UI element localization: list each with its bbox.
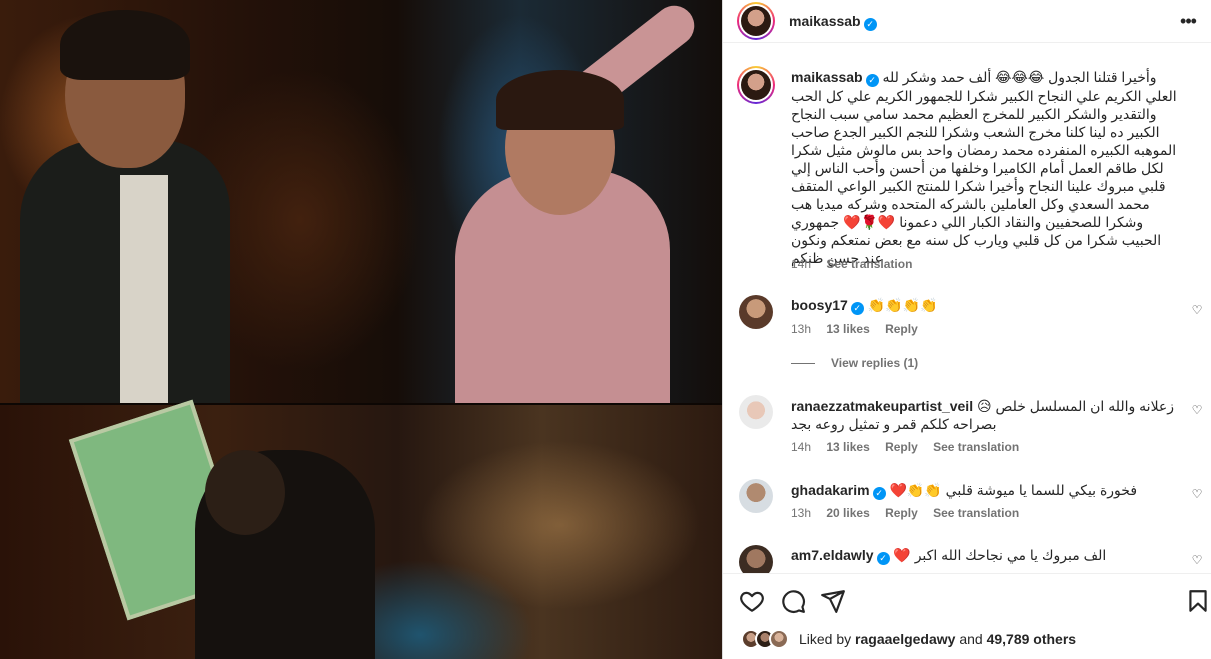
figure-man-shirt — [120, 175, 168, 405]
comment-username[interactable]: ghadakarim — [791, 482, 870, 498]
replies-line — [791, 363, 815, 365]
post-details-panel: maikassab ✓ ••• maikassab ✓ وأخيرا قتلنا ا… — [722, 0, 1211, 659]
comment-see-translation[interactable]: See translation — [933, 440, 1019, 454]
figure-woman-hair — [496, 70, 624, 130]
post-actions-bar: Liked by ragaaelgedawy and 49,789 others — [723, 573, 1211, 659]
comment-reply-button[interactable]: Reply — [885, 322, 918, 336]
verified-badge-icon: ✓ — [872, 487, 886, 500]
comment-text-block: boosy17 ✓ 👏👏👏👏 — [791, 296, 1181, 315]
heart-icon[interactable]: ♡ — [1190, 403, 1204, 417]
commenter-avatar[interactable] — [739, 295, 773, 329]
view-replies-button[interactable]: View replies (1) — [791, 356, 918, 370]
comment-body: فخورة بيكي للسما يا ميوشة قلبي 👏👏❤️ — [889, 482, 1138, 498]
comment-meta: 13h 13 likes Reply — [791, 322, 930, 336]
caption-see-translation[interactable]: See translation — [826, 257, 912, 271]
caption-username[interactable]: maikassab — [791, 69, 863, 85]
post-header: maikassab ✓ ••• — [723, 0, 1211, 43]
comment-body: الف مبروك يا مي نجاحك الله اكبر ❤️ — [893, 547, 1107, 563]
more-options-icon[interactable]: ••• — [1176, 9, 1200, 33]
comment-text-block: am7.eldawly ✓ الف مبروك يا مي نجاحك الله … — [791, 546, 1181, 565]
verified-badge-icon: ✓ — [865, 74, 879, 87]
comment-likes[interactable]: 13 likes — [826, 440, 869, 454]
author-username[interactable]: maikassab — [789, 13, 861, 29]
comment-meta: 13h 20 likes Reply See translation — [791, 506, 1031, 520]
comment-text-block: ghadakarim ✓ فخورة بيكي للسما يا ميوشة قل… — [791, 481, 1181, 500]
heart-icon[interactable]: ♡ — [1190, 553, 1204, 567]
liked-by-user[interactable]: ragaaelgedawy — [855, 631, 955, 647]
liked-by-text: Liked by ragaaelgedawy and 49,789 others — [799, 631, 1076, 647]
commenter-avatar[interactable] — [739, 545, 773, 573]
liked-by-prefix: Liked by — [799, 631, 852, 647]
figure-boy-head — [205, 450, 285, 535]
caption-time[interactable]: 14h — [791, 257, 811, 271]
caption-body: وأخيرا قتلنا الجدول 😂😂😂 ألف حمد وشكر لله… — [791, 69, 1177, 266]
comment-time[interactable]: 13h — [791, 506, 811, 520]
liker-avatar[interactable] — [769, 629, 789, 649]
comment-likes[interactable]: 20 likes — [826, 506, 869, 520]
comment-text-block: ranaezzatmakeupartist_veil زعلانه والله … — [791, 397, 1181, 433]
comment-likes[interactable]: 13 likes — [826, 322, 869, 336]
verified-badge-icon: ✓ — [863, 18, 877, 31]
comment-time[interactable]: 13h — [791, 322, 811, 336]
comments-list[interactable]: maikassab ✓ وأخيرا قتلنا الجدول 😂😂😂 ألف ح… — [723, 43, 1211, 573]
comment-username[interactable]: ranaezzatmakeupartist_veil — [791, 398, 973, 414]
caption-text-block: maikassab ✓ وأخيرا قتلنا الجدول 😂😂😂 ألف ح… — [791, 68, 1181, 267]
comment-see-translation[interactable]: See translation — [933, 506, 1019, 520]
comment-body: 👏👏👏👏 — [867, 297, 938, 313]
share-icon[interactable] — [820, 588, 846, 614]
comment-username[interactable]: am7.eldawly — [791, 547, 874, 563]
verified-badge-icon: ✓ — [876, 552, 890, 565]
post-media[interactable] — [0, 0, 722, 659]
comment-reply-button[interactable]: Reply — [885, 440, 918, 454]
caption-meta: 14h See translation — [791, 257, 924, 271]
author-username-link[interactable]: maikassab ✓ — [789, 13, 877, 31]
comment-reply-button[interactable]: Reply — [885, 506, 918, 520]
author-avatar[interactable] — [737, 2, 775, 40]
view-replies-label: View replies (1) — [831, 356, 919, 370]
liked-by-and: and — [959, 631, 983, 647]
heart-icon[interactable]: ♡ — [1190, 303, 1204, 317]
likes-count[interactable]: 49,789 others — [987, 631, 1077, 647]
save-icon[interactable] — [1185, 588, 1211, 614]
figure-man-hair — [60, 10, 190, 80]
heart-icon[interactable]: ♡ — [1190, 487, 1204, 501]
caption-avatar[interactable] — [737, 66, 775, 104]
commenter-avatar[interactable] — [739, 479, 773, 513]
verified-badge-icon: ✓ — [850, 302, 864, 315]
heart-icon[interactable] — [739, 588, 765, 614]
comment-icon[interactable] — [780, 588, 806, 614]
comment-time[interactable]: 14h — [791, 440, 811, 454]
media-frame-top — [0, 0, 722, 405]
commenter-avatar[interactable] — [739, 395, 773, 429]
comment-meta: 14h 13 likes Reply See translation — [791, 440, 1031, 454]
comment-username[interactable]: boosy17 — [791, 297, 848, 313]
